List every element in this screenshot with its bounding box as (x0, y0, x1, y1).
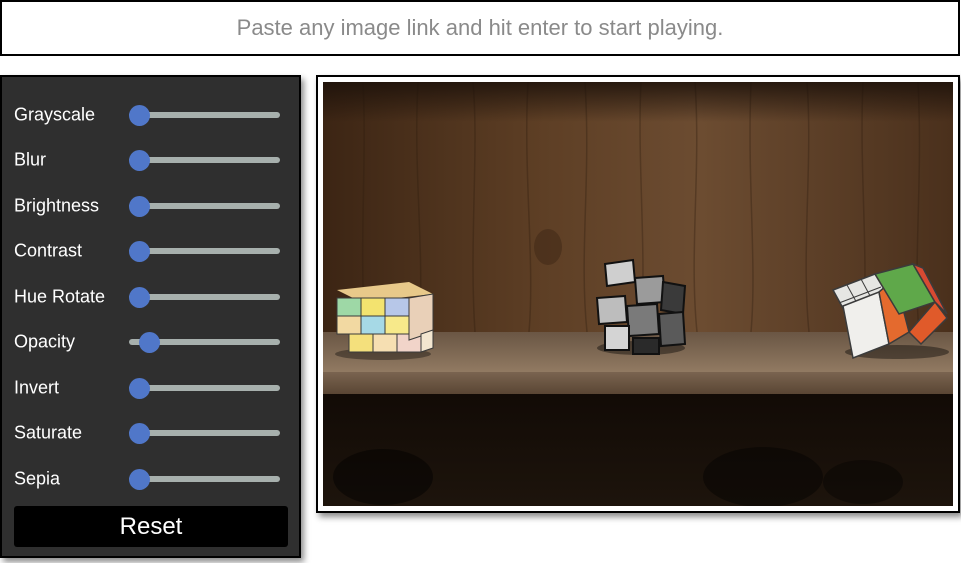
blur-slider[interactable] (129, 149, 280, 171)
brightness-slider-thumb[interactable] (129, 195, 150, 217)
rubiks-cube-pastel (335, 282, 434, 360)
filter-label-sepia: Sepia (14, 468, 61, 489)
filter-label-opacity: Opacity (14, 331, 76, 352)
filter-row-brightness: Brightness (2, 191, 299, 221)
image-preview-frame (316, 75, 960, 513)
filter-row-invert: Invert (2, 373, 299, 403)
filter-label-saturate: Saturate (14, 422, 83, 443)
grayscale-slider-thumb[interactable] (129, 104, 150, 126)
filter-label-grayscale: Grayscale (14, 104, 96, 125)
grayscale-slider[interactable] (129, 104, 280, 126)
filter-label-hue-rotate: Hue Rotate (14, 286, 106, 307)
filter-row-blur: Blur (2, 145, 299, 175)
opacity-slider-thumb[interactable] (139, 331, 161, 353)
sepia-slider-thumb[interactable] (129, 468, 150, 490)
hue-rotate-slider[interactable] (129, 286, 280, 308)
filter-label-blur: Blur (14, 149, 47, 170)
filter-label-contrast: Contrast (14, 240, 83, 261)
opacity-slider[interactable] (129, 331, 280, 353)
filter-row-grayscale: Grayscale (2, 100, 299, 130)
image-url-bar (0, 0, 960, 56)
filter-controls-panel: Grayscale Blur Brightness Contrast Hue R… (0, 75, 301, 558)
invert-slider[interactable] (129, 377, 280, 399)
filter-row-saturate: Saturate (2, 418, 299, 448)
saturate-slider[interactable] (129, 422, 280, 444)
filter-row-hue-rotate: Hue Rotate (2, 282, 299, 312)
saturate-slider-thumb[interactable] (129, 422, 150, 444)
filter-row-contrast: Contrast (2, 236, 299, 266)
contrast-slider-thumb[interactable] (129, 240, 150, 262)
blur-slider-thumb[interactable] (129, 149, 150, 171)
filter-row-opacity: Opacity (2, 327, 299, 357)
image-url-input[interactable] (2, 2, 958, 54)
preview-photo (323, 82, 953, 506)
hue-rotate-slider-thumb[interactable] (129, 286, 150, 308)
shelf-edge (323, 372, 953, 394)
filter-label-invert: Invert (14, 377, 60, 398)
reset-button[interactable]: Reset (14, 506, 288, 547)
contrast-slider[interactable] (129, 240, 280, 262)
invert-slider-thumb[interactable] (129, 377, 150, 399)
filter-row-sepia: Sepia (2, 464, 299, 494)
brightness-slider[interactable] (129, 195, 280, 217)
sepia-slider[interactable] (129, 468, 280, 490)
filter-label-brightness: Brightness (14, 195, 100, 216)
